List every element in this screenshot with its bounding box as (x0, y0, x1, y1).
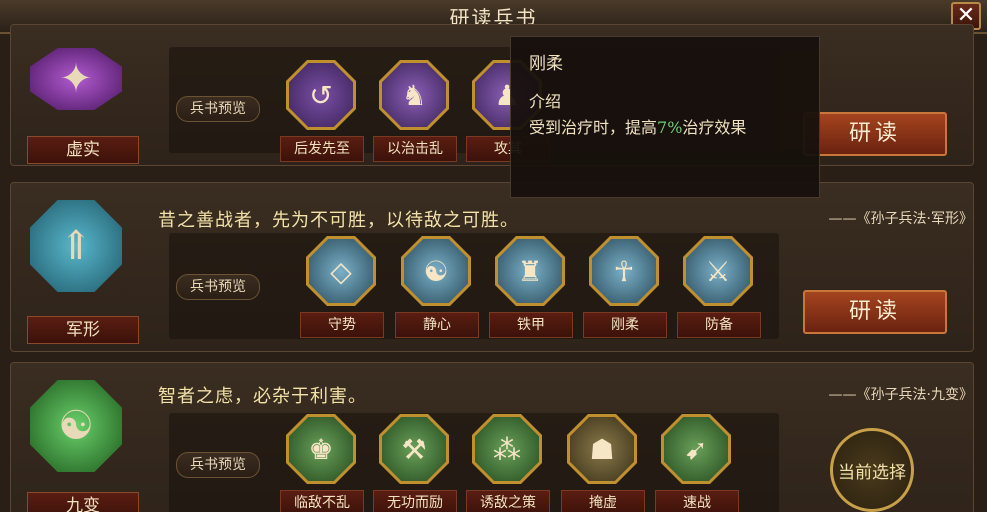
skill-name: 防备 (677, 312, 761, 338)
skill-tiejia[interactable]: ♜ 铁甲 (489, 236, 575, 340)
charging-soldier-icon: ➹ (664, 417, 728, 481)
skill-name: 诱敌之策 (466, 490, 550, 512)
skill-name: 以治击乱 (373, 136, 457, 162)
book-name-junxing: 军形 (27, 316, 139, 344)
preview-label: 兵书预览 (176, 452, 260, 478)
raised-sword-icon: ⚒ (382, 417, 446, 481)
swirl-arrow-icon: ↺ (289, 63, 353, 127)
current-selection-label: 当前选择 (838, 462, 906, 483)
book-source: ——《孙子兵法·九变》 (828, 387, 973, 403)
skill-name: 守势 (300, 312, 384, 338)
skill-name: 速战 (655, 490, 739, 512)
skill-yizhijiluan[interactable]: ♞ 以治击乱 (373, 60, 459, 164)
book-name-jiubian: 九变 (27, 492, 139, 512)
skill-wugongerli[interactable]: ⚒ 无功而励 (373, 414, 459, 512)
skill-name: 后发先至 (280, 136, 364, 162)
meditation-icon: ☯ (404, 239, 468, 303)
skill-jingxin[interactable]: ☯ 静心 (395, 236, 481, 340)
martial-arts-icon: ☥ (592, 239, 656, 303)
book-source: ——《孙子兵法·军形》 (828, 211, 973, 227)
skill-gangrou[interactable]: ☥ 刚柔 (583, 236, 669, 340)
tooltip-desc-after: 治疗效果 (682, 118, 747, 137)
skill-name: 静心 (395, 312, 479, 338)
skill-youdizhice[interactable]: ⁂ 诱敌之策 (466, 414, 552, 512)
book-emblem-jiubian[interactable]: ☯ (22, 380, 130, 488)
book-emblem-junxing[interactable]: ⇑ (22, 200, 130, 308)
skill-suzhan[interactable]: ➹ 速战 (655, 414, 741, 512)
skill-tooltip: 刚柔 介绍 受到治疗时，提高7%治疗效果 (510, 36, 820, 198)
shields-icon: ◇ (309, 239, 373, 303)
preview-label: 兵书预览 (176, 274, 260, 300)
skill-houfaxianzhi[interactable]: ↺ 后发先至 (280, 60, 366, 164)
tooltip-desc-before: 受到治疗时，提高 (529, 118, 658, 137)
preview-label: 兵书预览 (176, 96, 260, 122)
grass-trap-icon: ⁂ (475, 417, 539, 481)
skill-name: 铁甲 (489, 312, 573, 338)
book-quote: 智者之虑，必杂于利害。 (158, 386, 367, 407)
book-list[interactable]: ✦ 虚实 兵书预览 ↺ 后发先至 ♞ 以治击乱 ♟ 攻其 研读 昔之善战者，先为… (0, 24, 987, 512)
warrior-icon: ♚ (289, 417, 353, 481)
skill-lindibuluan[interactable]: ♚ 临敌不乱 (280, 414, 366, 512)
tooltip-skill-name: 刚柔 (529, 54, 563, 74)
current-selection-badge: 当前选择 (830, 428, 914, 512)
tooltip-desc-value: 7% (657, 118, 683, 137)
figure-icon: ♞ (382, 63, 446, 127)
shield-arrow-icon: ⇑ (30, 200, 122, 292)
book-name-xushi: 虚实 (27, 136, 139, 164)
skill-name: 无功而励 (373, 490, 457, 512)
skill-name: 临敌不乱 (280, 490, 364, 512)
skill-shoushi[interactable]: ◇ 守势 (300, 236, 386, 340)
book-quote: 昔之善战者，先为不可胜，以待敌之可胜。 (158, 210, 519, 231)
tooltip-heading: 介绍 (529, 92, 562, 111)
study-button-xushi[interactable]: 研读 (803, 112, 947, 156)
spiked-star-icon: ✦ (30, 48, 122, 110)
hidden-figure-icon: ☗ (570, 417, 634, 481)
skill-name: 掩虚 (561, 490, 645, 512)
yin-yang-icon: ☯ (30, 380, 122, 472)
skill-name: 刚柔 (583, 312, 667, 338)
study-button-junxing[interactable]: 研读 (803, 290, 947, 334)
guard-icon: ⚔ (686, 239, 750, 303)
tooltip-description: 受到治疗时，提高7%治疗效果 (529, 116, 801, 140)
armor-icon: ♜ (498, 239, 562, 303)
skill-yanxu[interactable]: ☗ 掩虚 (561, 414, 647, 512)
skill-fangbei[interactable]: ⚔ 防备 (677, 236, 763, 340)
